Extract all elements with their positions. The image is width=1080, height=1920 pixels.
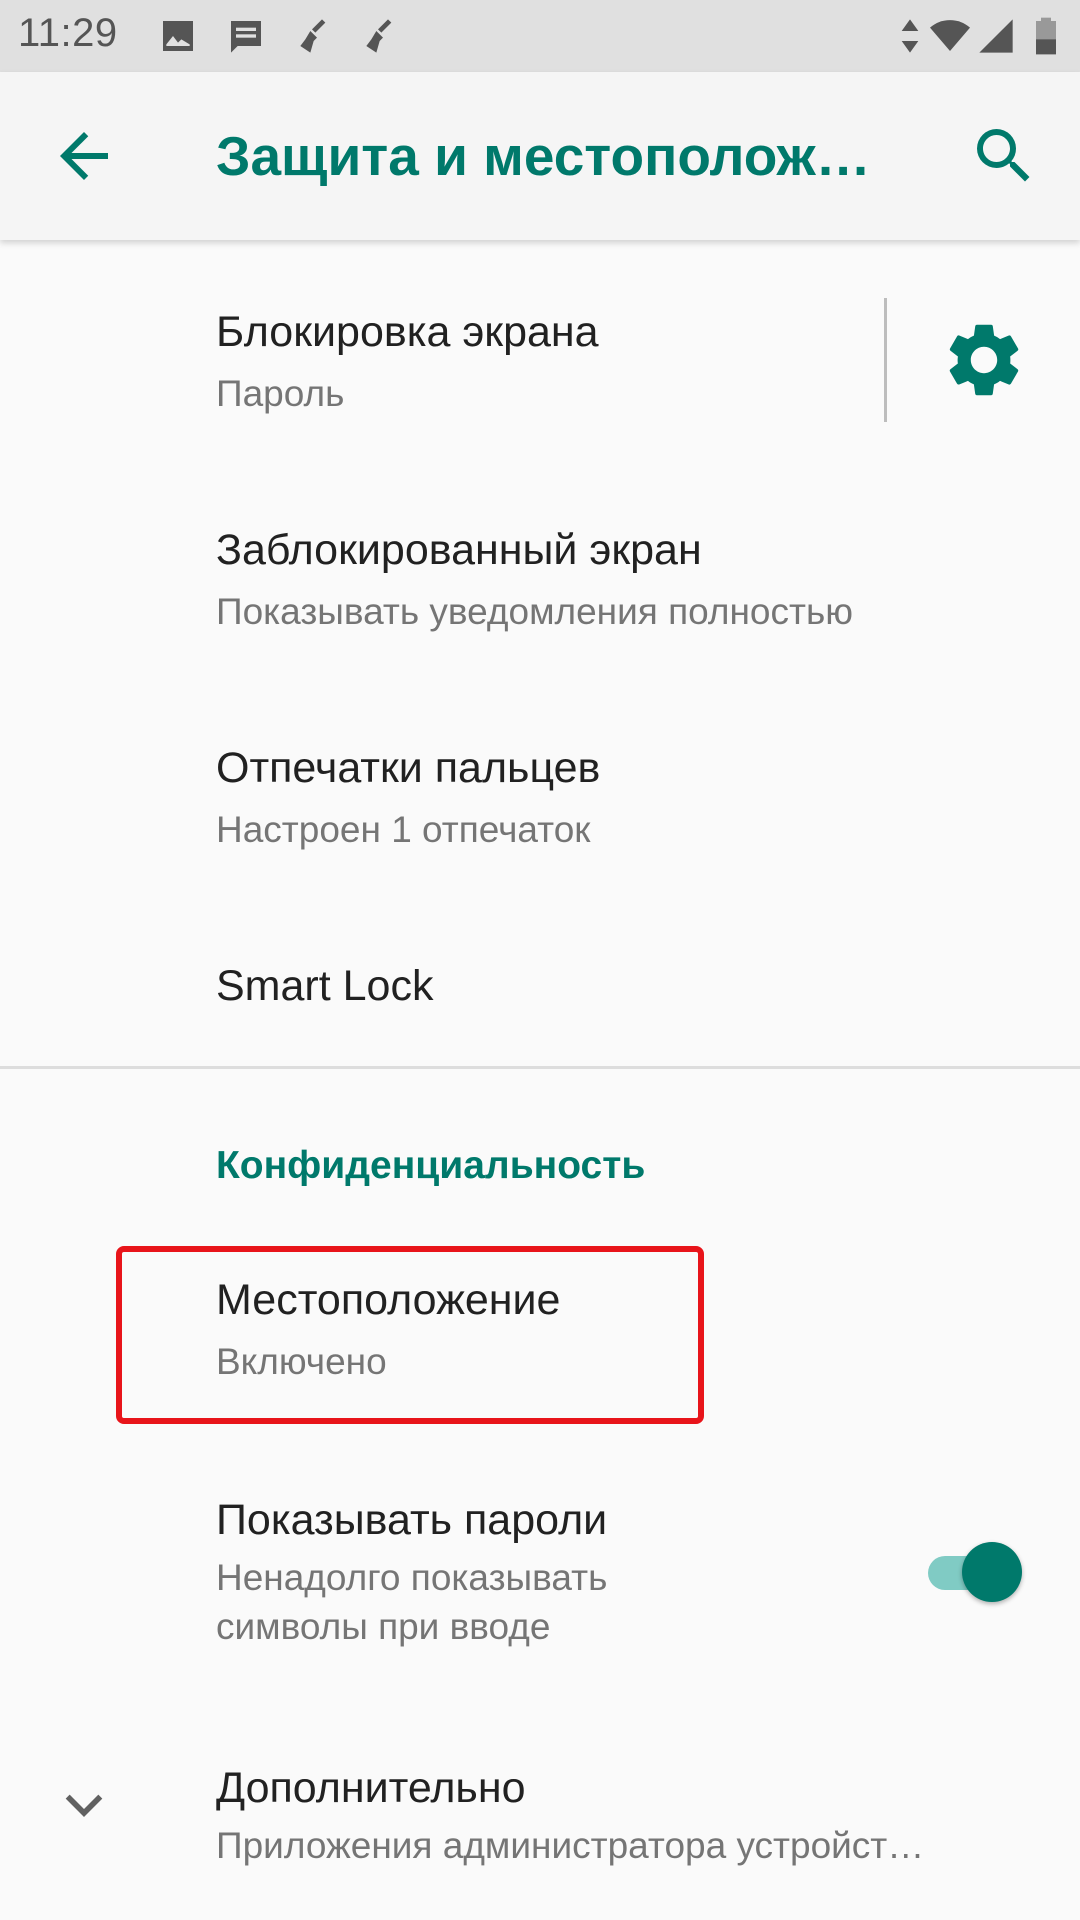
- vertical-divider: [884, 298, 887, 422]
- image-icon: [163, 21, 193, 51]
- item-summary-line-1: Ненадолго показывать: [216, 1557, 608, 1598]
- data-arrows-icon: [901, 19, 919, 53]
- show-passwords-toggle[interactable]: [926, 1542, 1022, 1602]
- list-item-lock-screen[interactable]: Заблокированный экран Показывать уведомл…: [0, 458, 1080, 648]
- settings-screen: 11:29 Защита и местополож… Блокировка эк…: [0, 0, 1080, 1920]
- status-time: 11:29: [18, 11, 118, 55]
- item-summary: Приложения администратора устройст…: [216, 1825, 925, 1866]
- search-icon[interactable]: [968, 120, 1040, 192]
- chevron-down-icon[interactable]: [56, 1778, 112, 1834]
- section-header-privacy: Конфиденциальность: [216, 1144, 646, 1187]
- section-divider: [0, 1066, 1080, 1069]
- toggle-thumb: [962, 1542, 1022, 1602]
- broom-icon: [300, 19, 326, 53]
- list-item-fingerprints[interactable]: Отпечатки пальцев Настроен 1 отпечаток: [0, 676, 1080, 866]
- page-title: Защита и местополож…: [216, 125, 871, 187]
- battery-icon: [1036, 17, 1056, 55]
- list-item-advanced[interactable]: Дополнительно Приложения администратора …: [0, 1740, 1080, 1920]
- broom-icon: [366, 19, 392, 53]
- signal-icon: [979, 19, 1013, 53]
- list-item-show-passwords[interactable]: Показывать пароли Ненадолго показывать с…: [0, 1470, 1080, 1670]
- item-title: Блокировка экрана: [216, 308, 599, 356]
- list-item-screen-lock[interactable]: Блокировка экрана Пароль: [0, 240, 1080, 430]
- gear-icon[interactable]: [940, 316, 1028, 404]
- item-title: Заблокированный экран: [216, 526, 702, 574]
- item-title: Показывать пароли: [216, 1496, 608, 1544]
- item-title: Отпечатки пальцев: [216, 744, 601, 792]
- highlight-box: [116, 1246, 704, 1424]
- list-item-smart-lock[interactable]: Smart Lock: [0, 900, 1080, 1060]
- app-bar: Защита и местополож…: [0, 72, 1080, 240]
- message-icon: [231, 21, 261, 53]
- item-summary: Настроен 1 отпечаток: [216, 809, 591, 850]
- arrow-back-icon[interactable]: [48, 120, 120, 192]
- item-title: Дополнительно: [216, 1764, 526, 1812]
- item-title: Smart Lock: [216, 962, 434, 1010]
- wifi-icon: [930, 20, 970, 51]
- item-summary-line-2: символы при вводе: [216, 1606, 551, 1647]
- item-summary: Показывать уведомления полностью: [216, 591, 853, 632]
- status-bar: 11:29: [0, 0, 1080, 72]
- item-summary: Пароль: [216, 373, 345, 414]
